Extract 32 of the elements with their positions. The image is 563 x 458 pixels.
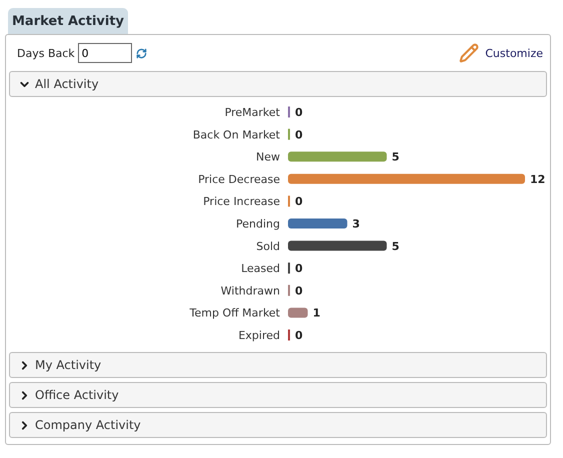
value-label: 0 (295, 329, 303, 342)
category-label: Price Decrease (198, 172, 280, 186)
value-label: 0 (295, 262, 303, 276)
days-back-label: Days Back (17, 46, 75, 60)
customize-link[interactable]: Customize (459, 43, 543, 63)
section-header[interactable]: All Activity (9, 71, 547, 97)
category-label: Back On Market (192, 128, 280, 142)
category-label: Price Increase (203, 195, 280, 208)
category-label: Sold (256, 240, 280, 253)
value-label: 5 (392, 150, 400, 164)
pencil-icon (459, 43, 480, 63)
panel-tab[interactable]: Market Activity (8, 8, 128, 34)
value-label: 0 (295, 195, 303, 208)
value-label: 0 (295, 284, 303, 298)
section-header[interactable]: My Activity (9, 352, 547, 378)
category-label: Expired (238, 329, 280, 342)
value-label: 12 (530, 172, 546, 186)
category-label: Withdrawn (220, 284, 280, 298)
category-label: PreMarket (224, 106, 280, 119)
value-label: 0 (295, 128, 303, 142)
value-label: 1 (312, 306, 320, 320)
value-label: 3 (352, 218, 360, 230)
category-label: New (256, 150, 280, 164)
section-header[interactable]: Office Activity (9, 382, 547, 408)
value-label: 5 (392, 240, 400, 253)
category-label: Leased (241, 262, 280, 276)
section-header[interactable]: Company Activity (9, 412, 547, 438)
category-label: Temp Off Market (190, 306, 280, 320)
category-label: Pending (236, 218, 280, 230)
refresh-icon[interactable] (136, 48, 147, 58)
days-back-field[interactable]: 0 (78, 43, 132, 63)
value-label: 0 (295, 106, 303, 119)
